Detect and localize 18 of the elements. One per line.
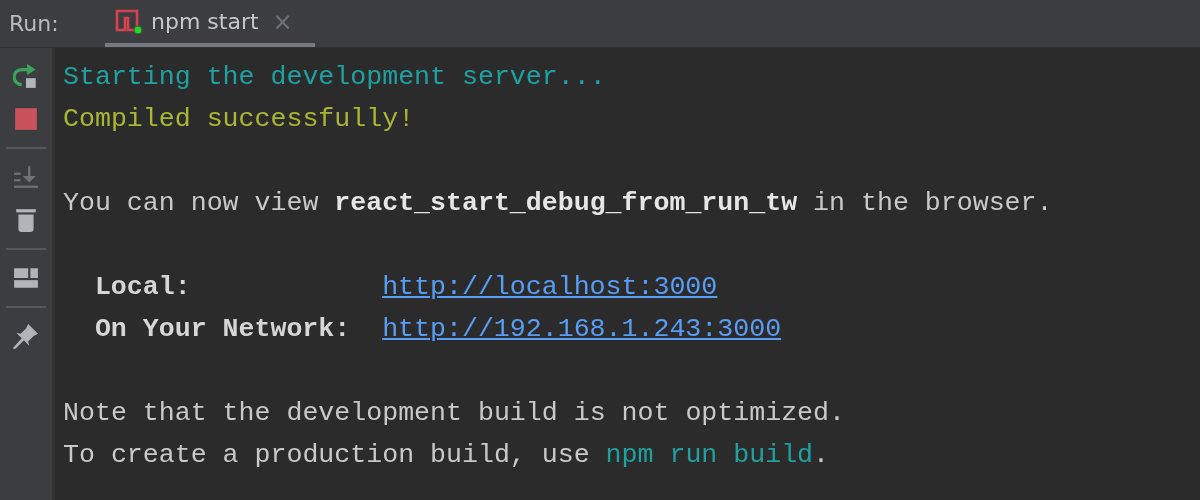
console-text: Compiled successfully! bbox=[63, 104, 415, 134]
panel-label: Run: bbox=[8, 11, 60, 36]
address-label: Local: bbox=[94, 271, 192, 304]
console-text: Starting the development server... bbox=[63, 62, 606, 92]
console-text: . bbox=[813, 440, 830, 470]
rerun-icon[interactable] bbox=[13, 63, 39, 89]
console-text: To create a production build, use bbox=[63, 440, 591, 470]
pin-icon[interactable] bbox=[13, 323, 39, 349]
url-link[interactable]: http://192.168.1.243:3000 bbox=[382, 308, 782, 350]
address-label: On Your Network: bbox=[94, 313, 352, 346]
trash-icon[interactable] bbox=[13, 207, 39, 233]
run-tab[interactable]: npm start × bbox=[105, 0, 315, 47]
url-link[interactable]: http://localhost:3000 bbox=[382, 266, 718, 308]
console-text: You can now view react_start_debug_from_run_tw in the browser. bbox=[63, 188, 1053, 218]
console-text: Note that the development build is not optimized. bbox=[63, 398, 845, 428]
stop-icon[interactable] bbox=[13, 106, 39, 132]
layout-icon[interactable] bbox=[13, 265, 39, 291]
command-text: npm run build bbox=[605, 440, 814, 470]
